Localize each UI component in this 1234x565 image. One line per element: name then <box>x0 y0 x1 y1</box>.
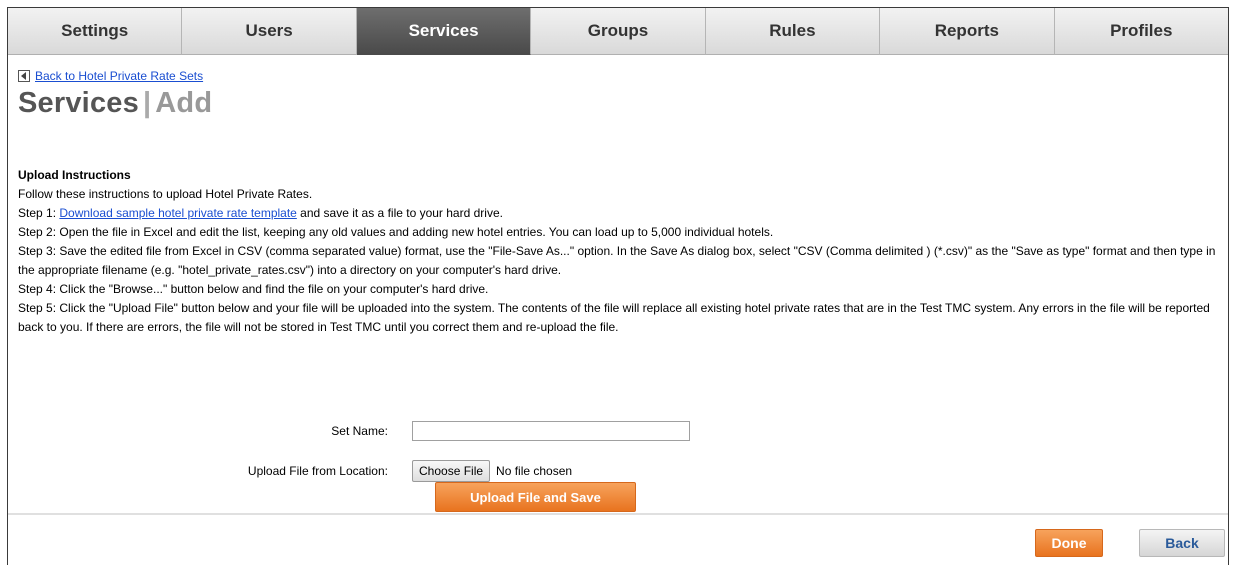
set-name-input[interactable] <box>412 421 690 441</box>
download-template-link[interactable]: Download sample hotel private rate templ… <box>59 206 296 220</box>
tab-settings[interactable]: Settings <box>8 8 183 55</box>
step-1-prefix: Step 1: <box>18 206 60 220</box>
page-title-separator: | <box>142 87 152 119</box>
tab-users[interactable]: Users <box>182 8 357 55</box>
tab-services[interactable]: Services <box>356 8 532 55</box>
main-tab-bar: Settings Users Services Groups Rules Rep… <box>8 8 1228 55</box>
no-file-chosen-text: No file chosen <box>496 464 573 478</box>
upload-file-label: Upload File from Location: <box>247 464 388 478</box>
instructions-step-1: Step 1: Download sample hotel private ra… <box>18 204 1223 223</box>
page-title: Services | Add <box>18 87 1228 120</box>
instructions-step-3: Step 3: Save the edited file from Excel … <box>18 244 1216 277</box>
upload-file-and-save-button[interactable]: Upload File and Save <box>435 482 636 512</box>
triangle-left-icon[interactable] <box>18 70 30 82</box>
choose-file-button[interactable]: Choose File <box>412 460 491 482</box>
tab-reports[interactable]: Reports <box>880 8 1055 55</box>
set-name-row: Set Name: <box>8 421 690 441</box>
page-title-sub: Add <box>155 87 213 119</box>
page-title-main: Services <box>18 87 139 119</box>
app-window: Settings Users Services Groups Rules Rep… <box>7 7 1229 565</box>
back-to-rate-sets-link[interactable]: Back to Hotel Private Rate Sets <box>35 69 203 83</box>
done-button[interactable]: Done <box>1035 529 1103 557</box>
main-content: Back to Hotel Private Rate Sets Services… <box>8 55 1228 515</box>
back-button[interactable]: Back <box>1139 529 1225 557</box>
instructions-step-5: Step 5: Click the "Upload File" button b… <box>18 301 1210 334</box>
instructions-step-4: Step 4: Click the "Browse..." button bel… <box>18 282 489 296</box>
tab-rules[interactable]: Rules <box>705 8 881 55</box>
upload-instructions: Upload Instructions Follow these instruc… <box>18 166 1223 337</box>
tab-profiles[interactable]: Profiles <box>1054 8 1228 55</box>
instructions-heading: Upload Instructions <box>18 168 131 182</box>
step-1-suffix: and save it as a file to your hard drive… <box>296 206 503 220</box>
instructions-step-2: Step 2: Open the file in Excel and edit … <box>18 225 774 239</box>
footer-bar: Done Back <box>8 515 1228 565</box>
instructions-intro: Follow these instructions to upload Hote… <box>18 187 313 201</box>
tab-groups[interactable]: Groups <box>531 8 706 55</box>
set-name-label: Set Name: <box>331 424 388 438</box>
back-link-row: Back to Hotel Private Rate Sets <box>18 69 1228 83</box>
upload-file-row: Upload File from Location: Choose File N… <box>8 460 572 482</box>
